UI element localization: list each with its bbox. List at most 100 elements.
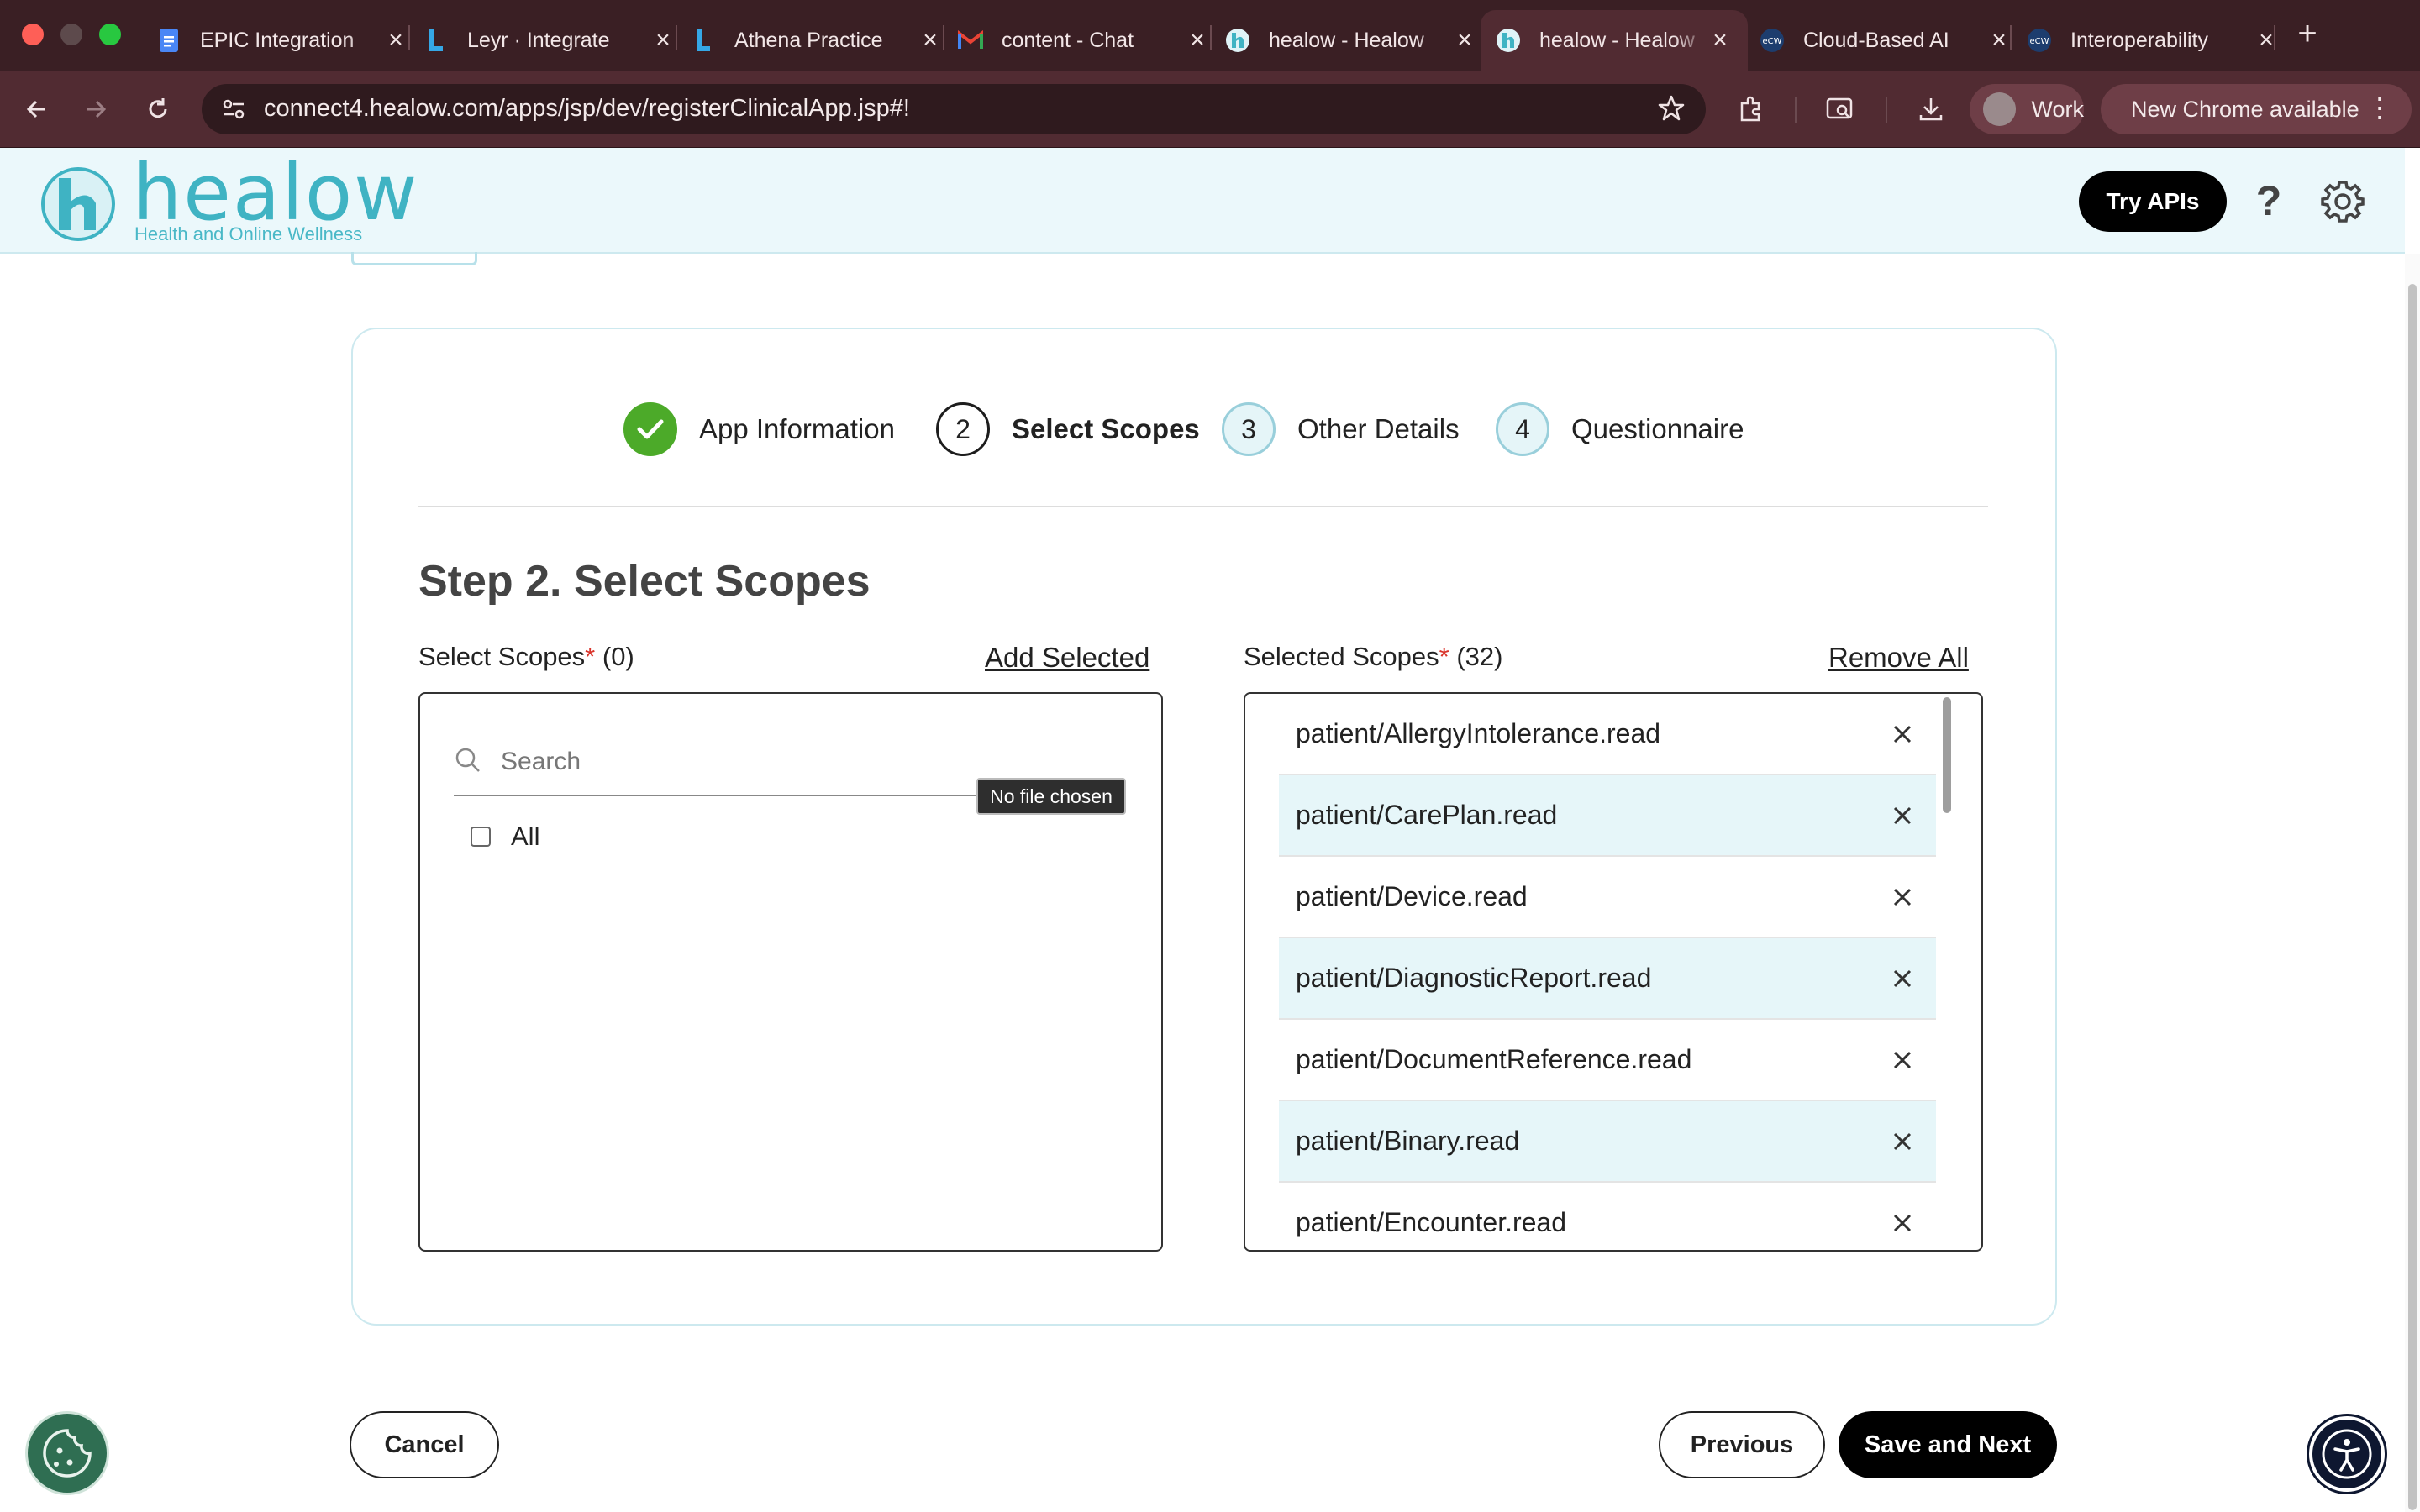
chrome-update-button[interactable]: New Chrome available ⋮ <box>2101 84 2412 134</box>
remove-all-button[interactable]: Remove All <box>1828 642 1969 674</box>
close-window-button[interactable] <box>22 24 44 45</box>
logo-tagline: Health and Online Wellness <box>134 223 363 244</box>
save-and-next-button[interactable]: Save and Next <box>1839 1411 2057 1478</box>
cookie-settings-button[interactable] <box>25 1411 109 1495</box>
heading-text: Select Scopes <box>418 642 586 671</box>
list-item[interactable]: patient/DiagnosticReport.read <box>1279 938 1936 1020</box>
help-icon[interactable]: ? <box>2252 180 2286 222</box>
reload-button[interactable] <box>138 89 178 129</box>
gear-icon[interactable] <box>2319 178 2366 225</box>
list-item[interactable]: patient/DocumentReference.read <box>1279 1020 1936 1101</box>
minimize-window-button[interactable] <box>60 24 82 45</box>
tab-separator <box>2010 25 2012 50</box>
tab-title: healow - Healow <box>1269 28 1424 52</box>
close-tab-icon[interactable]: × <box>1707 26 1733 54</box>
list-item[interactable]: patient/AllergyIntolerance.read <box>1279 694 1936 775</box>
selected-scopes-heading: Selected Scopes* (32) <box>1244 642 1503 672</box>
leyr-icon <box>691 28 716 53</box>
close-tab-icon[interactable]: × <box>650 26 676 54</box>
step-other-details[interactable]: 3 Other Details <box>1222 402 1460 457</box>
close-icon[interactable] <box>1891 1048 1914 1072</box>
cancel-button[interactable]: Cancel <box>350 1411 499 1478</box>
back-button[interactable] <box>17 89 57 129</box>
close-tab-icon[interactable]: × <box>1986 26 2012 54</box>
maximize-window-button[interactable] <box>99 24 121 45</box>
browser-tab[interactable]: Leyr · Integrate × <box>424 10 691 71</box>
step-label: App Information <box>699 413 895 444</box>
tab-title: Leyr · Integrate <box>467 28 610 52</box>
tab-separator <box>943 25 944 50</box>
close-icon[interactable] <box>1891 722 1914 746</box>
profile-chip[interactable]: Work <box>1970 84 2084 134</box>
close-tab-icon[interactable]: × <box>383 26 408 54</box>
list-item[interactable]: patient/Encounter.read <box>1279 1183 1936 1250</box>
step-label: Other Details <box>1297 413 1460 444</box>
scope-name: patient/CarePlan.read <box>1296 800 1558 830</box>
browser-tab-active[interactable]: healow - Healow × <box>1481 10 1748 71</box>
step-number: 4 <box>1496 402 1549 456</box>
list-scrollbar[interactable] <box>1939 694 1954 1250</box>
close-tab-icon[interactable]: × <box>1185 26 1210 54</box>
step-number: 2 <box>936 402 990 456</box>
close-icon[interactable] <box>1891 885 1914 909</box>
scope-name: patient/DocumentReference.read <box>1296 1044 1692 1074</box>
add-selected-button[interactable]: Add Selected <box>985 642 1150 674</box>
healow-logo[interactable]: healow Health and Online Wellness <box>40 148 417 247</box>
list-scrollbar-thumb[interactable] <box>1943 697 1951 813</box>
close-icon[interactable] <box>1891 804 1914 827</box>
browser-tab[interactable]: eCW Interoperability × <box>2027 10 2294 71</box>
close-icon[interactable] <box>1891 1211 1914 1235</box>
close-tab-icon[interactable]: × <box>918 26 943 54</box>
tab-separator <box>2274 25 2275 50</box>
accessibility-button[interactable] <box>2309 1416 2385 1492</box>
check-icon <box>623 402 677 456</box>
checkbox[interactable] <box>471 827 491 847</box>
downloads-icon[interactable] <box>1911 89 1951 129</box>
browser-tab[interactable]: eCW Cloud-Based AI × <box>1760 10 2027 71</box>
new-tab-button[interactable]: + <box>2291 17 2324 50</box>
browser-tab[interactable]: EPIC Integration × <box>156 10 424 71</box>
tab-title: Cloud-Based AI <box>1803 28 1949 52</box>
scope-name: patient/Binary.read <box>1296 1126 1520 1156</box>
update-label: New Chrome available <box>2131 96 2360 122</box>
browser-tab[interactable]: healow - Healow × <box>1225 10 1492 71</box>
search-input[interactable]: Search <box>454 727 983 796</box>
step-questionnaire[interactable]: 4 Questionnaire <box>1496 402 1744 457</box>
previous-button[interactable]: Previous <box>1659 1411 1825 1478</box>
extensions-icon[interactable] <box>1731 89 1771 129</box>
tab-title: healow - Healow <box>1539 28 1695 52</box>
list-item[interactable]: patient/CarePlan.read <box>1279 775 1936 857</box>
page-scrollbar-thumb[interactable] <box>2408 284 2417 1510</box>
healow-logo-mark-icon <box>41 167 115 241</box>
list-item[interactable]: patient/Device.read <box>1279 857 1936 938</box>
step-select-scopes[interactable]: 2 Select Scopes <box>936 402 1200 457</box>
close-icon[interactable] <box>1891 1130 1914 1153</box>
bookmark-star-icon[interactable] <box>1657 94 1686 127</box>
step-label: Select Scopes <box>1012 413 1200 444</box>
page-scrollbar[interactable] <box>2405 254 2420 1512</box>
step-label: Questionnaire <box>1571 413 1744 444</box>
search-placeholder: Search <box>501 748 581 775</box>
tab-search-icon[interactable] <box>1820 89 1860 129</box>
browser-tab[interactable]: Athena Practice × <box>691 10 958 71</box>
step-app-information[interactable]: App Information <box>623 402 895 457</box>
tab-title: EPIC Integration <box>200 28 355 52</box>
more-menu-icon[interactable]: ⋮ <box>2366 94 2393 121</box>
address-bar[interactable]: connect4.healow.com/apps/jsp/dev/registe… <box>202 84 1706 134</box>
browser-tab[interactable]: content - Chat × <box>958 10 1225 71</box>
svg-text:eCW: eCW <box>2029 37 2049 46</box>
select-all-checkbox[interactable]: All <box>471 822 539 852</box>
site-info-icon[interactable] <box>220 96 247 127</box>
url-text: connect4.healow.com/apps/jsp/dev/registe… <box>264 95 910 122</box>
close-icon[interactable] <box>1891 967 1914 990</box>
tab-title: Athena Practice <box>734 28 883 52</box>
try-apis-button[interactable]: Try APIs <box>2079 171 2227 232</box>
required-mark: * <box>585 642 596 671</box>
cropped-element <box>351 252 477 265</box>
forward-button[interactable] <box>76 89 116 129</box>
tab-separator <box>408 25 410 50</box>
close-tab-icon[interactable]: × <box>1452 26 1477 54</box>
leyr-icon <box>424 28 449 53</box>
tab-separator <box>1210 25 1212 50</box>
list-item[interactable]: patient/Binary.read <box>1279 1101 1936 1183</box>
